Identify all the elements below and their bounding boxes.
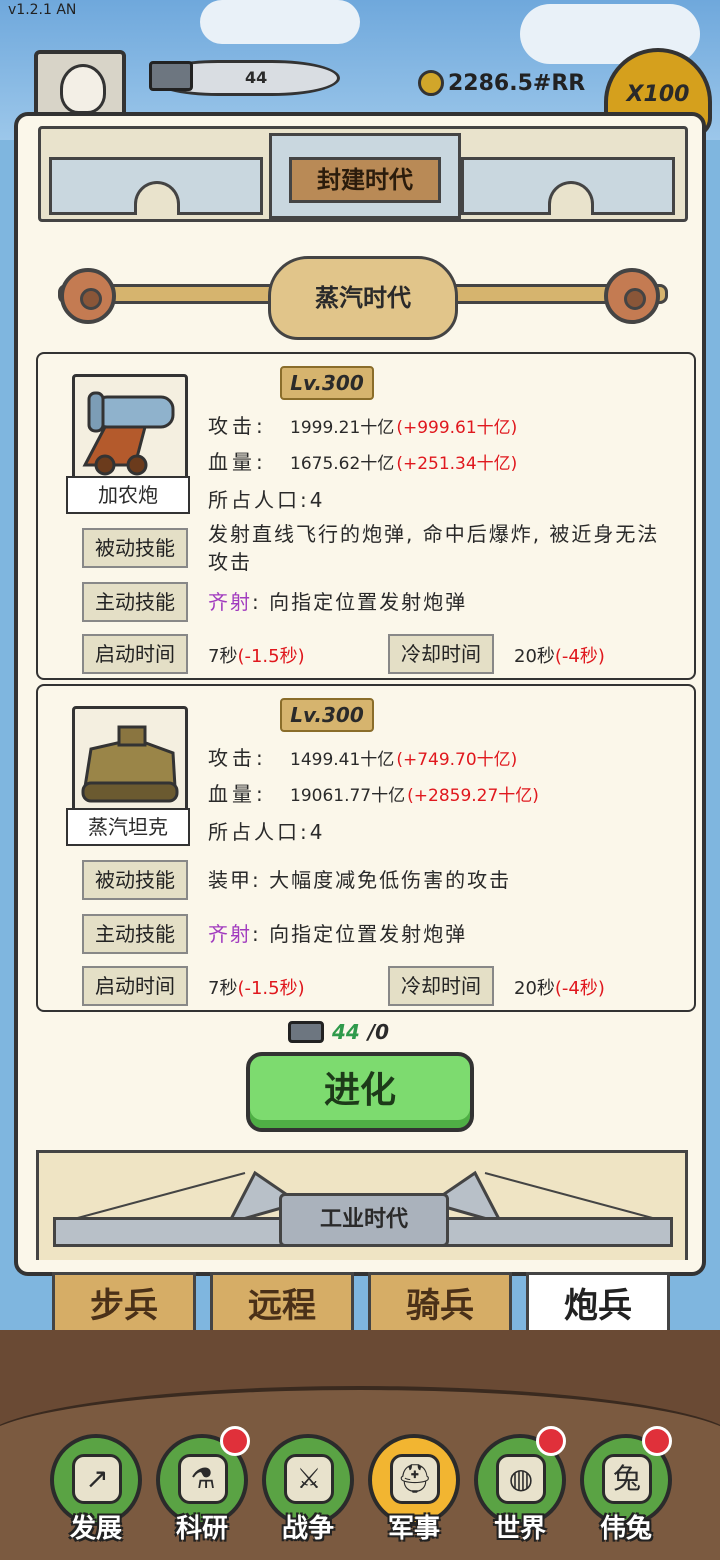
- hp-value: 19061.77十亿: [290, 786, 406, 806]
- evolve-cost: 44/0: [288, 1020, 389, 1044]
- attack-bonus: (+749.70十亿): [396, 750, 518, 770]
- active-skill-text: : 向指定位置发射炮弹: [252, 590, 468, 614]
- attack-label: 攻击:: [208, 414, 267, 438]
- gear-wheel-icon: [60, 268, 116, 324]
- gold-amount: 2286.5#RR: [448, 70, 586, 96]
- feudal-era-banner: 封建时代: [38, 126, 688, 222]
- passive-skill-tag[interactable]: 被动技能: [82, 528, 188, 568]
- cooldown-bonus: (-4秒): [554, 978, 605, 999]
- wall-right: [461, 157, 675, 215]
- hp-label: 血量:: [208, 782, 267, 806]
- nav-label-development[interactable]: 发展: [50, 1508, 142, 1545]
- industrial-era-title: 工业时代: [279, 1193, 449, 1247]
- start-time-bonus: (-1.5秒): [237, 646, 305, 667]
- iron-ingot-icon: [149, 61, 193, 91]
- gold-resource: 2286.5#RR: [418, 70, 585, 96]
- notification-dot: [220, 1426, 250, 1456]
- cooldown-time: 20秒: [514, 978, 555, 999]
- population: 所占人口:4: [208, 488, 326, 512]
- unit-name: 加农炮: [66, 476, 190, 514]
- version-label: v1.2.1 AN: [8, 2, 77, 18]
- cooldown-tag[interactable]: 冷却时间: [388, 634, 494, 674]
- cooldown-time: 20秒: [514, 646, 555, 667]
- cooldown-tag[interactable]: 冷却时间: [388, 966, 494, 1006]
- cooldown-value: 20秒(-4秒): [514, 642, 605, 668]
- attack-stat: 攻击: 1999.21十亿 (+999.61十亿): [208, 410, 517, 439]
- nav-label-research[interactable]: 科研: [156, 1508, 248, 1545]
- unit-card-steam-tank: 蒸汽坦克 Lv.300 攻击: 1499.41十亿 (+749.70十亿) 血量…: [36, 684, 696, 1012]
- active-skill-desc: 齐射: 向指定位置发射炮弹: [208, 920, 670, 948]
- active-skill-tag[interactable]: 主动技能: [82, 914, 188, 954]
- nav-label-great-rabbit[interactable]: 伟兔: [580, 1508, 672, 1545]
- start-time-tag[interactable]: 启动时间: [82, 634, 188, 674]
- passive-skill-desc: 发射直线飞行的炮弹, 命中后爆炸, 被近身无法攻击: [208, 522, 660, 574]
- iron-amount: 44: [245, 68, 268, 87]
- feudal-era-title: 封建时代: [289, 157, 441, 203]
- nav-label-world[interactable]: 世界: [474, 1508, 566, 1545]
- gear-wheel-icon: [604, 268, 660, 324]
- steam-era-banner: 蒸汽时代: [48, 248, 678, 344]
- attack-stat: 攻击: 1499.41十亿 (+749.70十亿): [208, 742, 517, 771]
- nav-label-war[interactable]: 战争: [262, 1508, 354, 1545]
- active-skill-name: 齐射: [208, 922, 252, 946]
- industrial-era-banner: 工业时代: [36, 1150, 688, 1260]
- attack-value: 1499.41十亿: [290, 750, 395, 770]
- unit-card-cannon: 加农炮 Lv.300 攻击: 1999.21十亿 (+999.61十亿) 血量:…: [36, 352, 696, 680]
- active-skill-desc: 齐射: 向指定位置发射炮弹: [208, 588, 670, 616]
- start-time: 7秒: [208, 978, 238, 999]
- cooldown-bonus: (-4秒): [554, 646, 605, 667]
- evolve-have: 44: [332, 1020, 360, 1044]
- hp-stat: 血量: 19061.77十亿 (+2859.27十亿): [208, 778, 539, 807]
- iron-ingot-icon: [288, 1021, 324, 1043]
- attack-bonus: (+999.61十亿): [396, 418, 518, 438]
- start-time-value: 7秒(-1.5秒): [208, 974, 305, 1000]
- hp-label: 血量:: [208, 450, 267, 474]
- start-time: 7秒: [208, 646, 238, 667]
- notification-dot: [642, 1426, 672, 1456]
- wall-left: [49, 157, 263, 215]
- hp-bonus: (+2859.27十亿): [407, 786, 539, 806]
- rabbit-face-icon: [60, 64, 106, 114]
- cooldown-value: 20秒(-4秒): [514, 974, 605, 1000]
- passive-skill-desc: 装甲: 大幅度减免低伤害的攻击: [208, 868, 512, 892]
- attack-value: 1999.21十亿: [290, 418, 395, 438]
- evolve-need: /0: [367, 1020, 390, 1044]
- unit-level: Lv.300: [280, 366, 374, 400]
- unit-level: Lv.300: [280, 698, 374, 732]
- steam-tank-icon[interactable]: [72, 706, 188, 814]
- active-skill-name: 齐射: [208, 590, 252, 614]
- iron-resource: 44: [149, 60, 340, 96]
- coin-icon: [418, 70, 444, 96]
- hp-value: 1675.62十亿: [290, 454, 395, 474]
- hp-stat: 血量: 1675.62十亿 (+251.34十亿): [208, 446, 517, 475]
- hp-bonus: (+251.34十亿): [396, 454, 518, 474]
- active-skill-text: : 向指定位置发射炮弹: [252, 922, 468, 946]
- unit-panel: 封建时代 蒸汽时代 加农炮 Lv.300 攻击: 1999.21十亿 (+999…: [14, 112, 706, 1276]
- start-time-value: 7秒(-1.5秒): [208, 642, 305, 668]
- attack-label: 攻击:: [208, 746, 267, 770]
- evolve-button[interactable]: 进化: [246, 1052, 474, 1132]
- active-skill-tag[interactable]: 主动技能: [82, 582, 188, 622]
- nav-label-military[interactable]: 军事: [368, 1508, 460, 1545]
- notification-dot: [536, 1426, 566, 1456]
- steam-era-title: 蒸汽时代: [268, 256, 458, 340]
- unit-name: 蒸汽坦克: [66, 808, 190, 846]
- start-time-tag[interactable]: 启动时间: [82, 966, 188, 1006]
- passive-skill-tag[interactable]: 被动技能: [82, 860, 188, 900]
- population: 所占人口:4: [208, 820, 326, 844]
- cannon-icon[interactable]: [72, 374, 188, 482]
- start-time-bonus: (-1.5秒): [237, 978, 305, 999]
